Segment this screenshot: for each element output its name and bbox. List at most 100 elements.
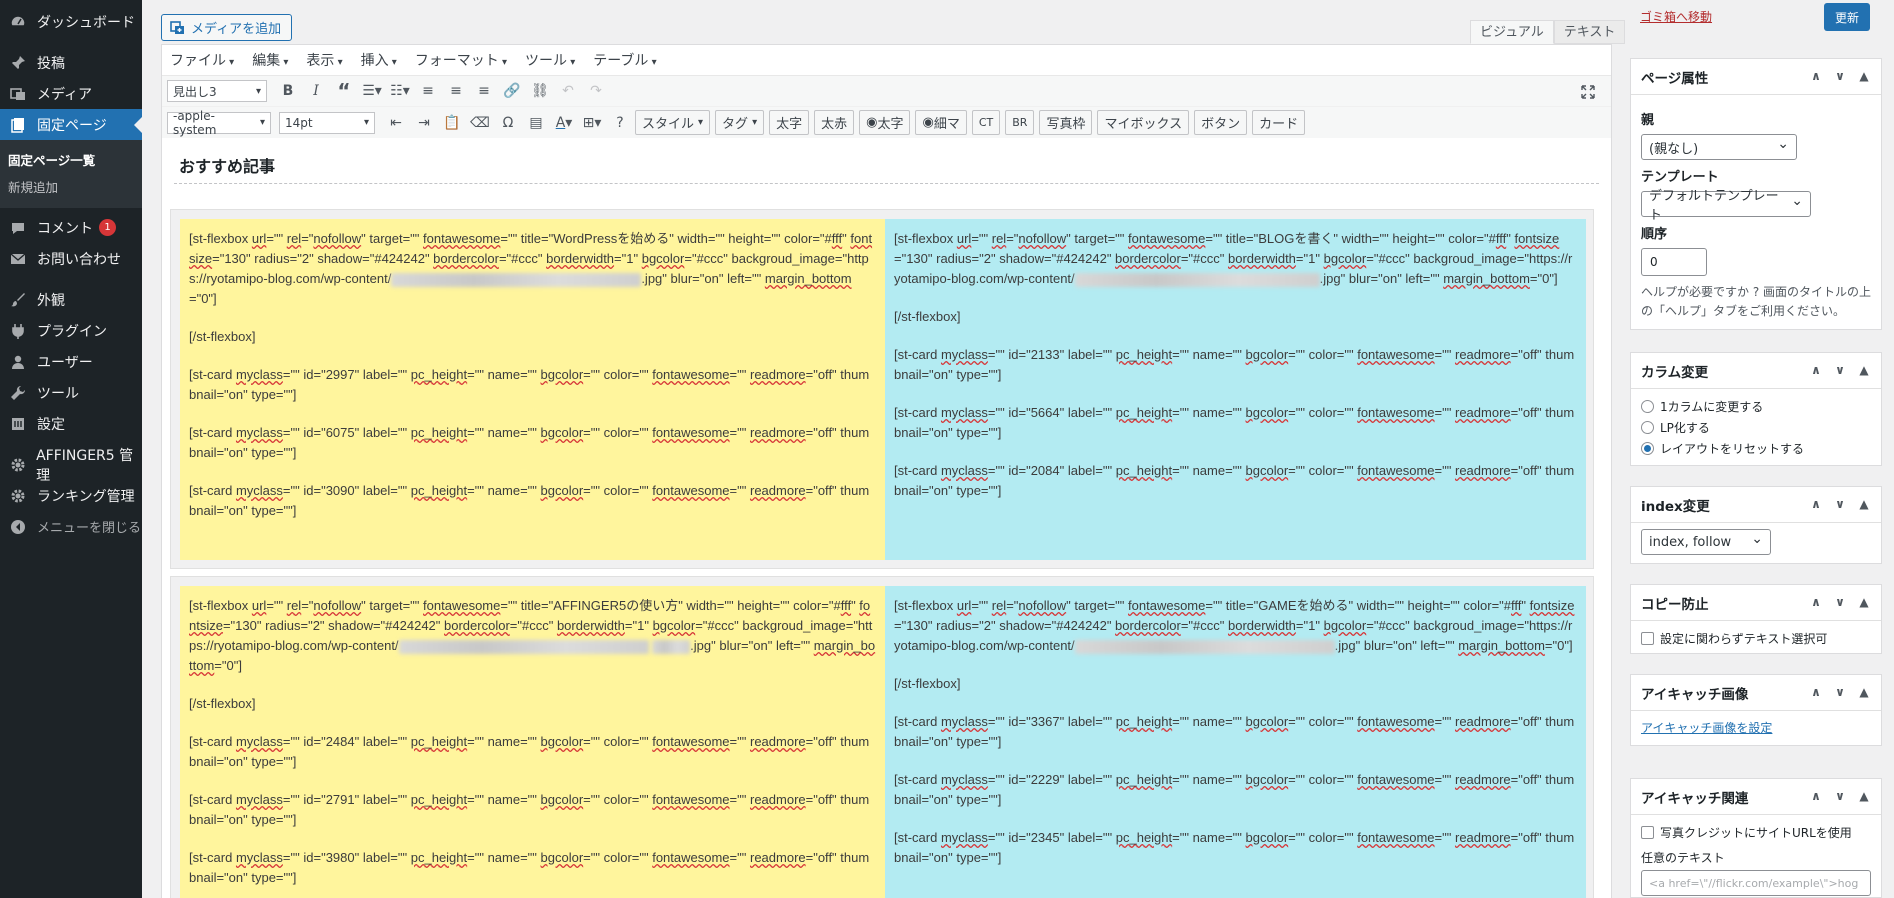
set-eyecatch-link[interactable]: アイキャッチ画像を設定 [1641, 721, 1772, 735]
text-color-icon[interactable]: A ▾ [551, 110, 577, 136]
flexbox-cell[interactable]: [st-flexbox url="" rel="nofollow" target… [885, 586, 1586, 898]
menu-insert[interactable]: 挿入 [361, 50, 397, 70]
parent-select[interactable]: (親なし) [1641, 134, 1797, 160]
fullscreen-icon[interactable] [1577, 81, 1599, 103]
move-up-icon[interactable]: ∧ [1809, 685, 1823, 699]
flexbox-cell[interactable]: [st-flexbox url="" rel="nofollow" target… [180, 219, 885, 560]
flexbox-cell[interactable]: [st-flexbox url="" rel="nofollow" target… [885, 219, 1586, 560]
mybox-button[interactable]: マイボックス [1097, 110, 1190, 135]
bold-red-button[interactable]: 太赤 [814, 110, 855, 135]
optional-text-input[interactable]: <a href=\"//flickr.com/example\">hog [1641, 870, 1871, 896]
sidebar-item-dashboard[interactable]: ダッシュボード [0, 6, 142, 37]
editor-content[interactable]: おすすめ記事 [st-flexbox url="" rel="nofollow"… [162, 146, 1611, 898]
sidebar-item-affinger[interactable]: AFFINGER5 管理 [0, 448, 142, 484]
sidebar-item-appearance[interactable]: 外観 [0, 284, 142, 315]
numbered-list-icon[interactable]: ☷▾ [387, 78, 413, 104]
italic-icon[interactable]: I [303, 78, 329, 104]
tab-text[interactable]: テキスト [1553, 20, 1626, 44]
help-icon[interactable]: ? [607, 110, 633, 136]
undo-icon[interactable]: ↶ [555, 78, 581, 104]
index-select[interactable]: index, follow [1641, 529, 1771, 555]
sidebar-item-comments[interactable]: コメント 1 [0, 212, 142, 243]
ct-button[interactable]: CT [971, 110, 1001, 135]
menu-tools[interactable]: ツール [525, 50, 575, 70]
move-up-icon[interactable]: ∧ [1809, 595, 1823, 609]
sidebar-item-settings[interactable]: 設定 [0, 408, 142, 439]
add-media-button[interactable]: メディアを追加 [161, 14, 293, 41]
move-to-trash-link[interactable]: ゴミ箱へ移動 [1640, 8, 1712, 25]
align-left-icon[interactable]: ≡ [415, 78, 441, 104]
format-select[interactable]: 見出し3 [167, 80, 267, 102]
align-right-icon[interactable]: ≡ [471, 78, 497, 104]
sidebar-item-pages[interactable]: 固定ページ [0, 109, 142, 140]
button-button[interactable]: ボタン [1194, 110, 1248, 135]
order-input[interactable]: 0 [1641, 248, 1707, 276]
sidebar-collapse-menu[interactable]: メニューを閉じる [0, 511, 142, 542]
clear-format-icon[interactable]: ⌫ [467, 110, 493, 136]
sidebar-item-posts[interactable]: 投稿 [0, 47, 142, 78]
sidebar-item-ranking[interactable]: ランキング管理 [0, 480, 142, 511]
toggle-panel-icon[interactable]: ▲ [1857, 363, 1871, 377]
flexbox-cell[interactable]: [st-flexbox url="" rel="nofollow" target… [180, 586, 885, 898]
marker-bold-button[interactable]: ◉ 太字 [859, 110, 911, 135]
toggle-panel-icon[interactable]: ▲ [1857, 595, 1871, 609]
submenu-page-list[interactable]: 固定ページ一覧 [0, 146, 142, 173]
submenu-add-new[interactable]: 新規追加 [0, 173, 142, 200]
indent-icon[interactable]: ⇥ [411, 110, 437, 136]
table-icon[interactable]: ⊞▾ [579, 110, 605, 136]
move-down-icon[interactable]: ∨ [1833, 497, 1847, 511]
tag-dropdown[interactable]: タグ [715, 110, 765, 135]
move-down-icon[interactable]: ∨ [1833, 685, 1847, 699]
move-up-icon[interactable]: ∧ [1809, 363, 1823, 377]
sidebar-item-plugins[interactable]: プラグイン [0, 315, 142, 346]
blockquote-icon[interactable]: “ [331, 78, 357, 104]
hr-icon[interactable]: ▤ [523, 110, 549, 136]
align-center-icon[interactable]: ≡ [443, 78, 469, 104]
style-dropdown[interactable]: スタイル [635, 110, 711, 135]
toggle-panel-icon[interactable]: ▲ [1857, 69, 1871, 83]
link-icon[interactable]: 🔗 [499, 78, 525, 104]
tab-visual[interactable]: ビジュアル [1470, 20, 1554, 44]
update-button[interactable]: 更新 [1824, 3, 1870, 31]
card-button[interactable]: カード [1252, 110, 1306, 135]
toggle-panel-icon[interactable]: ▲ [1857, 497, 1871, 511]
template-select[interactable]: デフォルトテンプレート [1641, 189, 1811, 223]
sidebar-item-tools[interactable]: ツール [0, 377, 142, 408]
photo-frame-button[interactable]: 写真枠 [1039, 110, 1093, 135]
move-down-icon[interactable]: ∨ [1833, 595, 1847, 609]
font-size-select[interactable]: 14pt [279, 111, 375, 134]
move-down-icon[interactable]: ∨ [1833, 363, 1847, 377]
radio-lp[interactable]: LP化する [1641, 419, 1871, 436]
bold-icon[interactable]: B [275, 78, 301, 104]
photo-credit-checkbox[interactable]: 写真クレジットにサイトURLを使用 [1641, 824, 1871, 841]
thin-marker-button[interactable]: ◉ 細マ [915, 110, 967, 135]
sidebar-item-media[interactable]: メディア [0, 78, 142, 109]
radio-one-column[interactable]: 1カラムに変更する [1641, 398, 1871, 415]
menu-format[interactable]: フォーマット [415, 50, 507, 70]
flexbox-close-shortcode: [/st-flexbox] [894, 309, 961, 324]
outdent-icon[interactable]: ⇤ [383, 110, 409, 136]
toggle-panel-icon[interactable]: ▲ [1857, 685, 1871, 699]
move-up-icon[interactable]: ∧ [1809, 497, 1823, 511]
menu-file[interactable]: ファイル [170, 50, 234, 70]
sidebar-item-users[interactable]: ユーザー [0, 346, 142, 377]
move-down-icon[interactable]: ∨ [1833, 69, 1847, 83]
bold-button[interactable]: 太字 [769, 110, 810, 135]
radio-reset-layout[interactable]: レイアウトをリセットする [1641, 440, 1871, 457]
allow-text-select-checkbox[interactable]: 設定に関わらずテキスト選択可 [1641, 630, 1871, 647]
br-button[interactable]: BR [1005, 110, 1035, 135]
special-char-icon[interactable]: Ω [495, 110, 521, 136]
toggle-panel-icon[interactable]: ▲ [1857, 789, 1871, 803]
move-up-icon[interactable]: ∧ [1809, 789, 1823, 803]
move-up-icon[interactable]: ∧ [1809, 69, 1823, 83]
menu-table[interactable]: テーブル [593, 50, 656, 70]
unlink-icon[interactable]: ⛓ [527, 78, 553, 104]
menu-view[interactable]: 表示 [306, 50, 342, 70]
font-family-select[interactable]: -apple-system [167, 109, 271, 137]
move-down-icon[interactable]: ∨ [1833, 789, 1847, 803]
bullet-list-icon[interactable]: ☰▾ [359, 78, 385, 104]
redo-icon[interactable]: ↷ [583, 78, 609, 104]
menu-edit[interactable]: 編集 [252, 50, 288, 70]
sidebar-item-contact[interactable]: お問い合わせ [0, 243, 142, 274]
paste-text-icon[interactable]: 📋 [439, 110, 465, 136]
